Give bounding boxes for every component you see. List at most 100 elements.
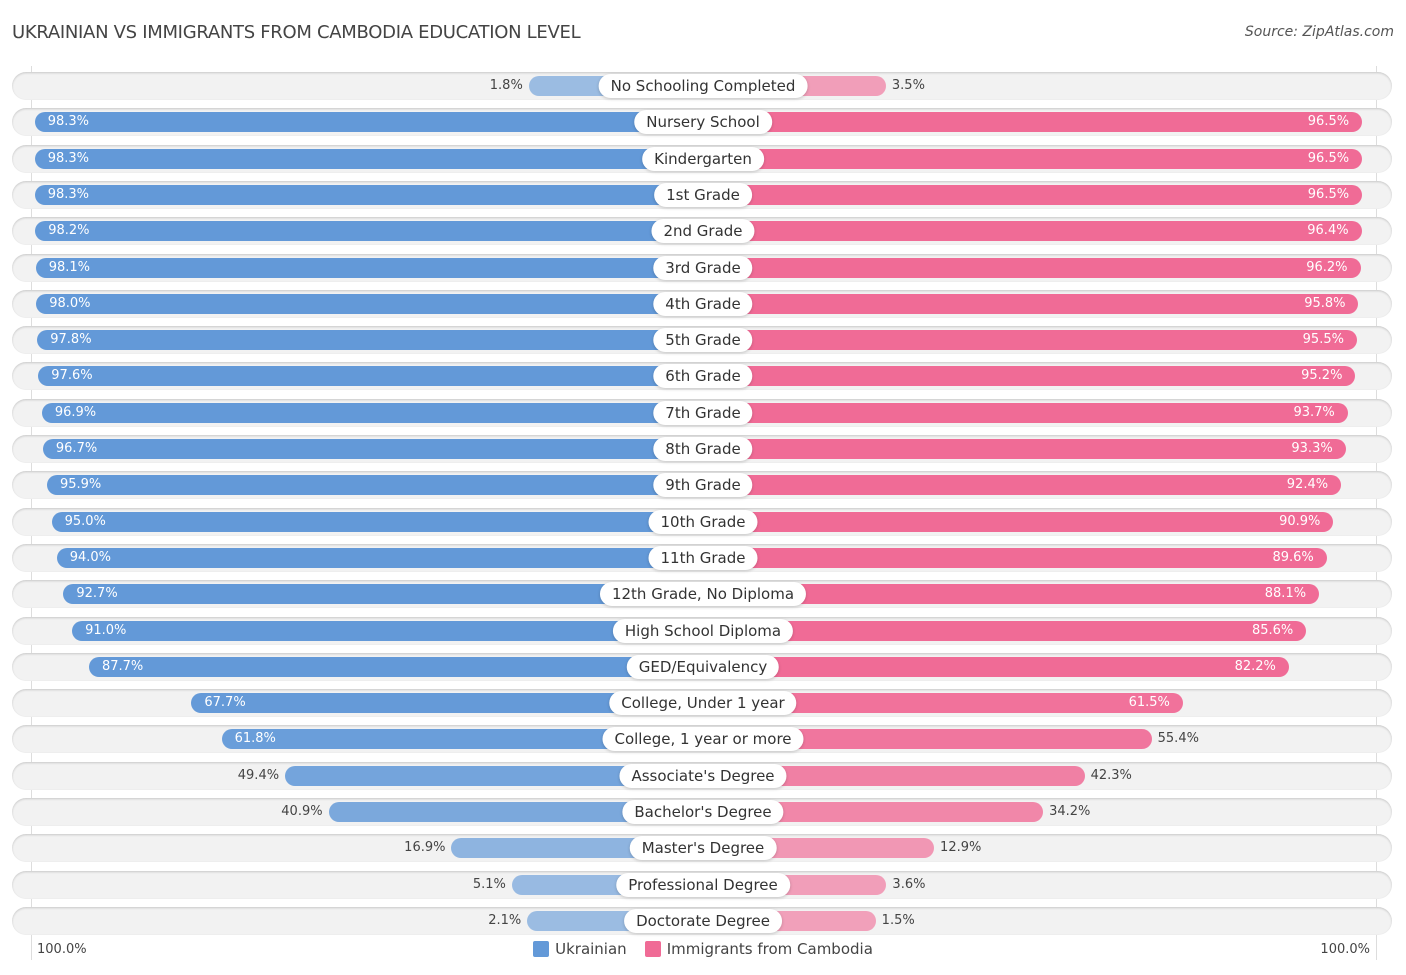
value-label-cambodia: 12.9% bbox=[940, 840, 982, 856]
category-label: Doctorate Degree bbox=[624, 908, 782, 933]
value-label-ukrainian: 49.4% bbox=[237, 767, 280, 783]
value-label-cambodia: 96.5% bbox=[1307, 114, 1350, 130]
value-label-ukrainian: 40.9% bbox=[281, 804, 323, 819]
category-label: Associate's Degree bbox=[619, 763, 787, 788]
value-label-cambodia: 92.4% bbox=[1286, 477, 1329, 493]
value-label-cambodia: 96.5% bbox=[1307, 186, 1350, 202]
value-label-cambodia: 3.5% bbox=[891, 78, 925, 93]
legend-label: Immigrants from Cambodia bbox=[666, 940, 873, 958]
bar-ukrainian[interactable] bbox=[42, 439, 703, 459]
value-label-ukrainian: 98.3% bbox=[47, 114, 90, 130]
value-label-cambodia: 95.2% bbox=[1301, 368, 1343, 384]
bar-ukrainian[interactable] bbox=[34, 112, 703, 133]
category-label: High School Diploma bbox=[612, 618, 794, 643]
bar-ukrainian[interactable] bbox=[56, 547, 703, 568]
value-label-ukrainian: 97.6% bbox=[51, 368, 93, 384]
value-label-ukrainian: 95.9% bbox=[59, 477, 102, 493]
bar-cambodia[interactable] bbox=[703, 112, 1363, 133]
category-label: 7th Grade bbox=[653, 400, 753, 425]
bar-ukrainian[interactable] bbox=[34, 184, 703, 205]
legend-label: Ukrainian bbox=[555, 940, 627, 958]
bar-ukrainian[interactable] bbox=[38, 366, 703, 387]
value-label-cambodia: 88.1% bbox=[1264, 586, 1307, 602]
value-label-cambodia: 82.2% bbox=[1234, 658, 1276, 674]
chart-title: UKRAINIAN VS IMMIGRANTS FROM CAMBODIA ED… bbox=[12, 22, 581, 43]
value-label-cambodia: 95.5% bbox=[1302, 332, 1344, 348]
value-label-ukrainian: 61.8% bbox=[234, 731, 276, 747]
bar-cambodia[interactable] bbox=[703, 620, 1307, 641]
bar-cambodia[interactable] bbox=[703, 293, 1359, 314]
category-label: 11th Grade bbox=[648, 545, 758, 570]
value-label-ukrainian: 92.7% bbox=[76, 586, 118, 602]
bar-cambodia[interactable] bbox=[703, 148, 1363, 169]
bar-cambodia[interactable] bbox=[703, 184, 1363, 205]
value-label-ukrainian: 94.0% bbox=[69, 549, 112, 565]
bar-ukrainian[interactable] bbox=[35, 257, 703, 278]
value-label-cambodia: 93.3% bbox=[1291, 441, 1333, 456]
category-label: 5th Grade bbox=[653, 328, 753, 353]
value-label-cambodia: 61.5% bbox=[1128, 695, 1170, 711]
bar-cambodia[interactable] bbox=[703, 257, 1361, 278]
bar-cambodia[interactable] bbox=[703, 330, 1357, 351]
value-label-ukrainian: 2.1% bbox=[488, 912, 522, 928]
value-label-ukrainian: 87.7% bbox=[101, 658, 144, 674]
category-label: 12th Grade, No Diploma bbox=[599, 582, 807, 607]
category-label: Kindergarten bbox=[642, 146, 764, 171]
value-label-ukrainian: 91.0% bbox=[85, 622, 127, 638]
bar-ukrainian[interactable] bbox=[51, 511, 703, 532]
bar-cambodia[interactable] bbox=[703, 656, 1289, 677]
category-label: 4th Grade bbox=[653, 291, 753, 316]
value-label-cambodia: 85.6% bbox=[1251, 622, 1294, 638]
bar-cambodia[interactable] bbox=[703, 402, 1348, 423]
value-label-cambodia: 42.3% bbox=[1090, 767, 1132, 783]
category-label: No Schooling Completed bbox=[598, 74, 808, 98]
value-label-ukrainian: 96.7% bbox=[55, 441, 98, 456]
bar-ukrainian[interactable] bbox=[34, 148, 703, 169]
value-label-ukrainian: 67.7% bbox=[204, 695, 246, 711]
category-label: College, Under 1 year bbox=[609, 691, 797, 716]
value-label-ukrainian: 1.8% bbox=[489, 78, 523, 93]
bar-cambodia[interactable] bbox=[703, 475, 1342, 496]
value-label-cambodia: 93.7% bbox=[1293, 404, 1335, 420]
category-label: Nursery School bbox=[634, 110, 772, 135]
legend-item-cambodia[interactable]: Immigrants from Cambodia bbox=[644, 940, 873, 958]
legend-swatch-ukrainian bbox=[533, 941, 550, 957]
value-label-ukrainian: 98.3% bbox=[47, 150, 90, 166]
bar-cambodia[interactable] bbox=[703, 511, 1334, 532]
category-label: 9th Grade bbox=[653, 473, 753, 498]
bar-ukrainian[interactable] bbox=[37, 330, 703, 351]
bar-cambodia[interactable] bbox=[703, 547, 1327, 568]
bar-ukrainian[interactable] bbox=[35, 221, 703, 242]
category-label: 10th Grade bbox=[648, 509, 758, 534]
value-label-ukrainian: 16.9% bbox=[404, 840, 446, 856]
category-label: 6th Grade bbox=[653, 364, 753, 389]
bar-ukrainian[interactable] bbox=[72, 620, 703, 641]
value-label-ukrainian: 97.8% bbox=[50, 332, 92, 348]
category-label: Professional Degree bbox=[616, 872, 790, 897]
value-label-cambodia: 1.5% bbox=[881, 912, 915, 928]
value-label-ukrainian: 5.1% bbox=[472, 876, 506, 892]
value-label-ukrainian: 98.3% bbox=[47, 186, 90, 202]
category-label: 3rd Grade bbox=[653, 255, 753, 280]
value-label-cambodia: 34.2% bbox=[1049, 804, 1091, 819]
bar-cambodia[interactable] bbox=[703, 221, 1362, 242]
value-label-ukrainian: 98.2% bbox=[48, 223, 90, 239]
category-label: College, 1 year or more bbox=[602, 727, 804, 752]
value-label-cambodia: 3.6% bbox=[892, 876, 926, 892]
bar-cambodia[interactable] bbox=[703, 366, 1356, 387]
value-label-ukrainian: 98.1% bbox=[48, 259, 91, 275]
bar-ukrainian[interactable] bbox=[46, 475, 703, 496]
category-label: GED/Equivalency bbox=[626, 654, 780, 679]
bar-ukrainian[interactable] bbox=[41, 402, 703, 423]
value-label-cambodia: 96.2% bbox=[1306, 259, 1348, 275]
bar-ukrainian[interactable] bbox=[88, 656, 703, 677]
value-label-ukrainian: 96.9% bbox=[54, 404, 97, 420]
value-label-ukrainian: 98.0% bbox=[49, 295, 91, 311]
value-label-ukrainian: 95.0% bbox=[64, 513, 106, 529]
bar-ukrainian[interactable] bbox=[36, 293, 703, 314]
bar-cambodia[interactable] bbox=[703, 439, 1346, 459]
category-label: 1st Grade bbox=[654, 182, 752, 207]
value-label-cambodia: 90.9% bbox=[1279, 513, 1321, 529]
value-label-cambodia: 95.8% bbox=[1304, 295, 1346, 311]
legend-item-ukrainian[interactable]: Ukrainian bbox=[533, 940, 627, 958]
